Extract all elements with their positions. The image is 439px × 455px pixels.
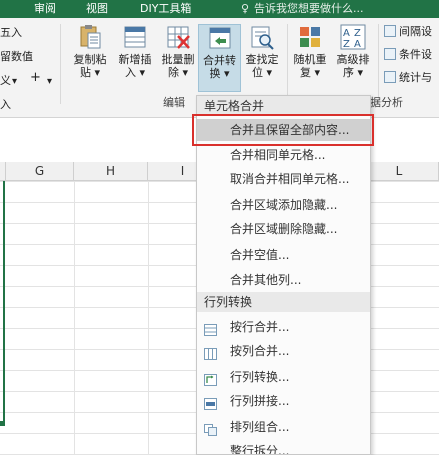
insert-add-label-1: 新增插: [118, 53, 152, 66]
interval-settings-label: 间隔设: [399, 25, 432, 38]
random-repeat-label-1: 随机重: [293, 53, 327, 66]
menu-item-merge-blanks[interactable]: 合并空值...: [197, 244, 370, 266]
join-icon: [204, 395, 217, 410]
svg-text:Z: Z: [343, 39, 350, 50]
grid-line: [74, 181, 75, 455]
insert-add-button[interactable]: 新增插 入 ▾: [113, 24, 157, 79]
interval-settings-button[interactable]: 间隔设: [384, 24, 432, 40]
batch-delete-label-1: 批量删: [161, 53, 195, 66]
menu-item-label: 按行合并...: [230, 320, 290, 334]
statistics-label: 统计与: [399, 71, 432, 84]
highlight-annotation-box: [192, 114, 374, 146]
ribbon-fragment-round[interactable]: 五入: [0, 24, 22, 40]
find-locate-label-2: 位 ▾: [251, 66, 273, 79]
transpose-icon: [204, 371, 217, 386]
permutation-icon: [204, 421, 217, 436]
menu-item-merge-remove-hidden[interactable]: 合并区域删除隐藏...: [197, 218, 370, 240]
column-header-h[interactable]: H: [74, 162, 148, 180]
advanced-sort-button[interactable]: AZZA 高级排 序 ▾: [332, 24, 374, 79]
grid-rows-icon: [204, 321, 217, 336]
copy-paste-label-2: 贴 ▾: [79, 66, 101, 79]
column-header-l[interactable]: L: [360, 162, 439, 180]
ribbon-tab-bar: 审阅 视图 DIY工具箱 ♀ 告诉我您想要做什么...: [0, 0, 439, 18]
condition-settings-button[interactable]: 条件设: [384, 47, 432, 63]
tab-review[interactable]: 审阅: [34, 0, 56, 18]
menu-item-row-col-convert[interactable]: 行列转换...: [197, 366, 370, 388]
sort-az-icon: AZZA: [340, 24, 366, 50]
ribbon-separator: [378, 24, 379, 104]
find-locate-label-1: 查找定: [245, 53, 279, 66]
menu-item-merge-other-columns[interactable]: 合并其他列...: [197, 269, 370, 291]
tab-view[interactable]: 视图: [86, 0, 108, 18]
menu-item-merge-by-row[interactable]: 按行合并...: [197, 316, 370, 338]
dropdown-arrow-icon[interactable]: ▾: [47, 76, 52, 87]
merge-convert-menu: 单元格合并 合并且保留全部内容... 合并相同单元格... 取消合并相同单元格.…: [196, 95, 371, 455]
menu-item-merge-add-hidden[interactable]: 合并区域添加隐藏...: [197, 194, 370, 216]
merge-convert-icon: [207, 25, 233, 51]
menu-item-label: 按列合并...: [230, 344, 290, 358]
merge-convert-label-2: 换 ▾: [209, 67, 230, 80]
selected-range-border[interactable]: [0, 181, 5, 423]
batch-delete-label-2: 除 ▾: [167, 66, 189, 79]
tell-me-search[interactable]: ♀ 告诉我您想要做什么...: [240, 0, 364, 18]
grid-icon: [384, 71, 396, 83]
copy-paste-button[interactable]: 复制粘 贴 ▾: [68, 24, 112, 79]
find-locate-button[interactable]: 查找定 位 ▾: [241, 24, 283, 79]
group-label-data-analysis: 据分析: [370, 96, 403, 109]
menu-item-merge-by-column[interactable]: 按列合并...: [197, 340, 370, 362]
insert-rows-icon: [122, 24, 148, 50]
column-header-g[interactable]: G: [6, 162, 74, 180]
tell-me-text: 告诉我您想要做什么...: [254, 2, 364, 15]
random-icon: [297, 24, 323, 50]
batch-delete-button[interactable]: 批量删 除 ▾: [157, 24, 199, 79]
menu-section-cell-merge: 单元格合并: [197, 96, 370, 116]
merge-convert-label-1: 合并转: [203, 54, 236, 67]
grid-line: [148, 181, 149, 455]
grid-icon: [384, 25, 396, 37]
find-icon: [249, 24, 275, 50]
svg-text:A: A: [354, 39, 361, 50]
ribbon-separator: [60, 24, 61, 104]
svg-text:Z: Z: [354, 28, 361, 39]
menu-item-permutation[interactable]: 排列组合...: [197, 416, 370, 438]
ribbon-fragment-insert: 入: [0, 98, 11, 111]
advanced-sort-label-1: 高级排: [336, 53, 370, 66]
menu-section-row-col-convert: 行列转换: [197, 292, 370, 312]
copy-paste-label-1: 复制粘: [73, 53, 107, 66]
menu-item-label: 排列组合...: [230, 420, 290, 434]
advanced-sort-label-2: 序 ▾: [342, 66, 364, 79]
ribbon-fragment-keep-value[interactable]: 留数值: [0, 48, 33, 64]
menu-item-row-col-join[interactable]: 行列拼接...: [197, 390, 370, 412]
menu-item-label: 行列拼接...: [230, 394, 290, 408]
menu-item-unmerge-same[interactable]: 取消合并相同单元格...: [197, 168, 370, 190]
fill-handle[interactable]: [0, 421, 5, 426]
svg-text:A: A: [343, 28, 350, 39]
lightbulb-icon: ♀: [240, 2, 250, 15]
ribbon-fragment-define[interactable]: 义: [0, 72, 11, 88]
clipboard-icon: [77, 24, 103, 50]
menu-item-label: 行列转换...: [230, 370, 290, 384]
grid-columns-icon: [204, 345, 217, 360]
group-label-edit: 编辑: [163, 96, 185, 109]
random-repeat-label-2: 复 ▾: [299, 66, 321, 79]
dropdown-arrow-icon[interactable]: ▾: [12, 76, 17, 87]
merge-convert-button[interactable]: 合并转 换 ▾: [198, 24, 241, 92]
grid-icon: [384, 48, 396, 60]
condition-settings-label: 条件设: [399, 48, 432, 61]
menu-item-split-rows[interactable]: 整行拆分...: [197, 440, 370, 454]
ribbon-separator: [287, 24, 288, 104]
insert-add-label-2: 入 ▾: [124, 66, 146, 79]
tab-diy-toolbox[interactable]: DIY工具箱: [140, 0, 191, 18]
statistics-button[interactable]: 统计与: [384, 70, 432, 86]
random-repeat-button[interactable]: 随机重 复 ▾: [290, 24, 330, 79]
plus-icon[interactable]: +: [30, 70, 41, 85]
delete-grid-icon: [165, 24, 191, 50]
menu-item-merge-same[interactable]: 合并相同单元格...: [197, 144, 370, 166]
